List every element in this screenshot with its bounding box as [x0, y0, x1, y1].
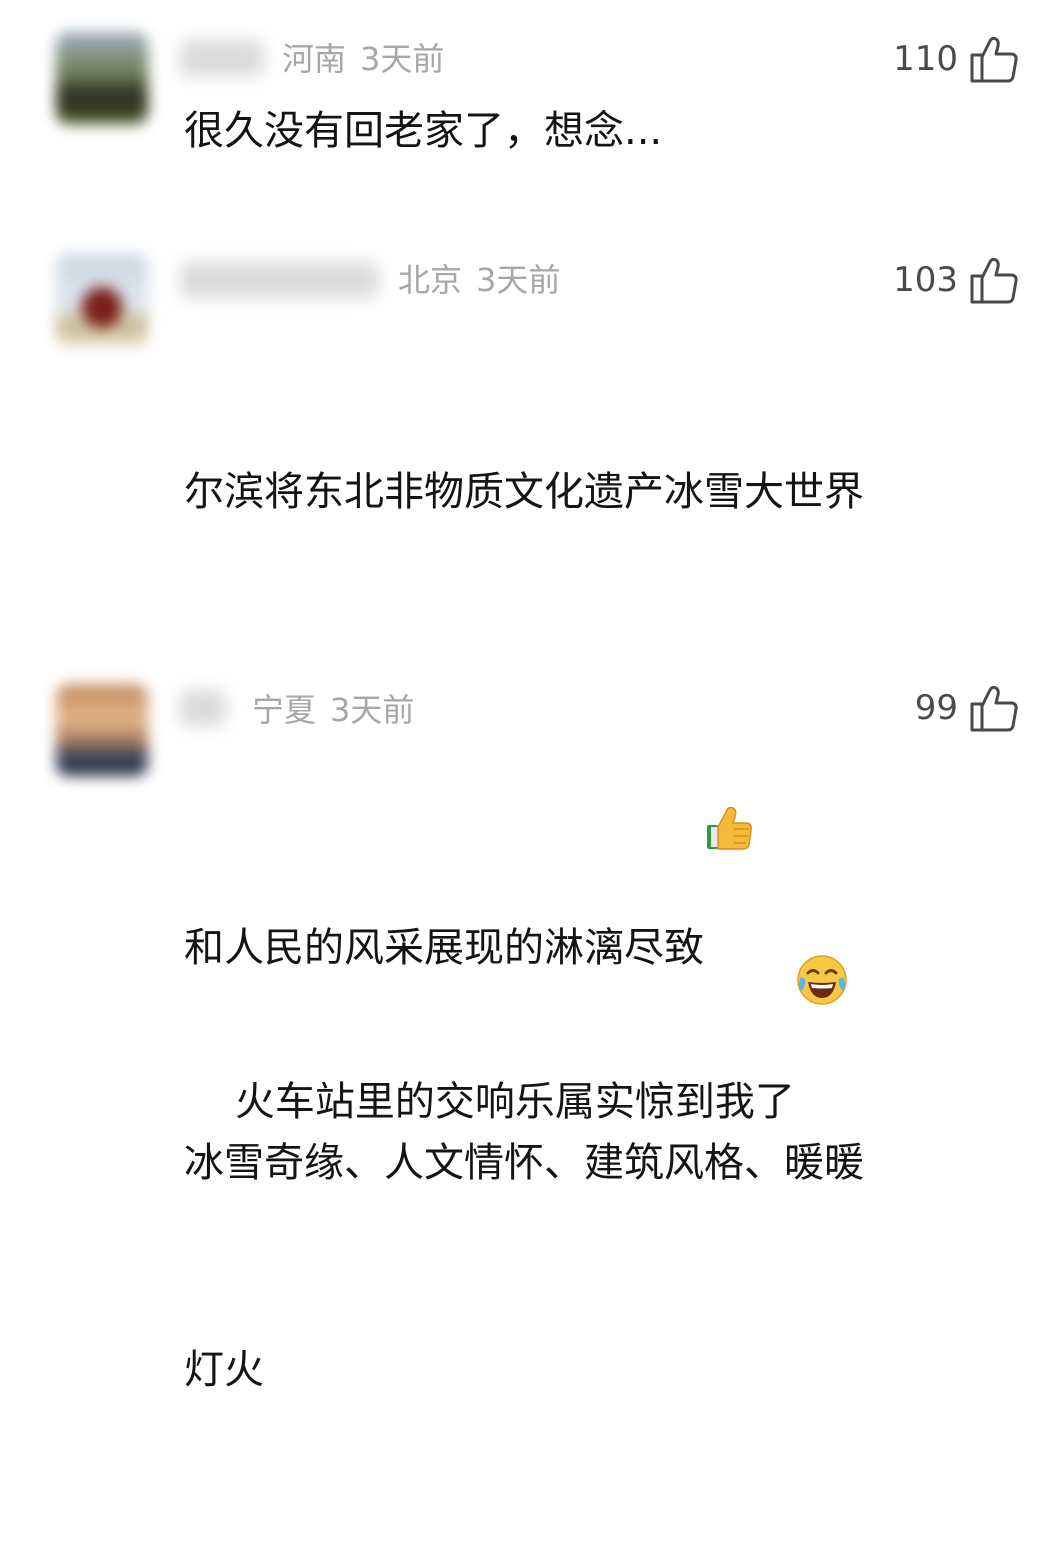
- comment-meta: 宁夏 3天前: [252, 694, 414, 726]
- location: 宁夏: [252, 691, 317, 729]
- thumb-up-icon[interactable]: [968, 682, 1020, 734]
- comment-text: 火车站里的交响乐属实惊到我了: [184, 746, 1024, 1214]
- comment-text-line: 灯火: [184, 1347, 264, 1393]
- username-blurred[interactable]: [180, 690, 226, 726]
- like-count: 99: [914, 688, 958, 728]
- comment-item: 宁夏 3天前 99 火车站里的交响乐属实惊到我了: [0, 0, 1054, 1125]
- timestamp: 3天前: [330, 691, 415, 729]
- tears-of-joy-emoji-icon: [795, 815, 871, 1145]
- like-button[interactable]: 99: [915, 682, 1020, 734]
- avatar[interactable]: [56, 684, 148, 776]
